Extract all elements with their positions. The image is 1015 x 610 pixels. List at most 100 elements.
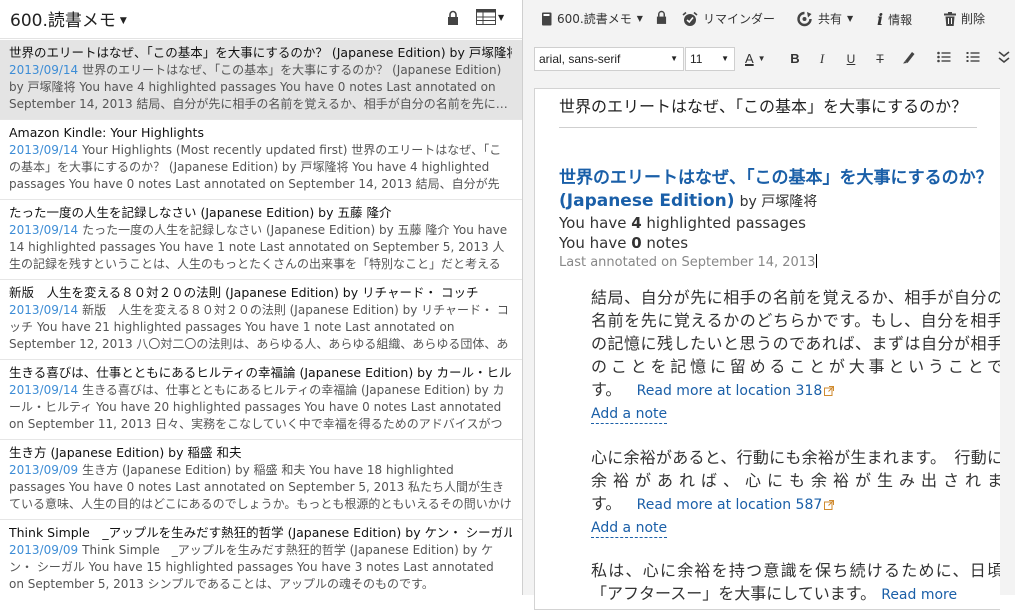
lock-button[interactable] <box>656 10 667 25</box>
note-list-header: 600.読書メモ ▼ ▼ <box>0 0 522 39</box>
stat-suffix: highlighted passages <box>641 214 806 232</box>
more-options-button[interactable] <box>995 50 1013 68</box>
info-icon: i <box>877 10 884 29</box>
note-list: 世界のエリートはなぜ、「この基本」を大事にするのか？ (Japanese Edi… <box>0 40 522 595</box>
book-header: 世界のエリートはなぜ、「この基本」を大事にするのか？ (Japanese Edi… <box>559 167 999 273</box>
note-list-item[interactable]: 世界のエリートはなぜ、「この基本」を大事にするのか？ (Japanese Edi… <box>0 40 522 120</box>
note-date: 2013/09/14 <box>9 143 79 157</box>
share-button[interactable]: 共有 ▼ <box>796 10 853 27</box>
text-cursor <box>816 254 818 268</box>
bulleted-list-button[interactable] <box>935 50 953 68</box>
note-editor-pane: 600.読書メモ ▼ リマインダー 共有 ▼ i 情報 削除 arial, sans… <box>523 0 1015 610</box>
chevron-down-icon: ▼ <box>847 14 854 23</box>
last-annotated: Last annotated on September 14, 2013 <box>559 253 999 273</box>
font-size-select[interactable]: 11 ▼ <box>685 47 735 71</box>
numbered-list-icon <box>966 52 980 62</box>
note-list-item[interactable]: Amazon Kindle: Your Highlights 2013/09/1… <box>0 120 522 200</box>
share-label: 共有 <box>818 12 843 26</box>
font-family-select[interactable]: arial, sans-serif ▼ <box>534 47 684 71</box>
note-title: 新版 人生を変える８０対２０の法則 (Japanese Edition) by … <box>9 285 479 300</box>
note-title: 世界のエリートはなぜ、「この基本」を大事にするのか？ (Japanese Edi… <box>9 45 512 60</box>
note-title: 生きる喜びは、仕事とともにあるヒルティの幸福論 (Japanese Editio… <box>9 365 512 380</box>
list-view-icon <box>476 9 496 25</box>
note-list-item[interactable]: Think Simple _アップルを生みだす熱狂的哲学 (Japanese E… <box>0 520 522 595</box>
note-title-field[interactable]: 世界のエリートはなぜ、「この基本」を大事にするのか？ <box>559 97 977 128</box>
numbered-list-button[interactable] <box>964 50 982 68</box>
view-options-button[interactable]: ▼ <box>476 9 504 29</box>
chevron-down-icon: ▼ <box>670 54 678 63</box>
editor-scrollbar[interactable] <box>1000 88 1015 595</box>
stat-number: 4 <box>631 214 642 232</box>
highlighter-icon <box>903 52 915 64</box>
bold-button[interactable]: B <box>786 50 804 68</box>
info-button[interactable]: i 情報 <box>877 10 912 29</box>
reminder-label: リマインダー <box>703 12 776 26</box>
note-snippet-text: 新版 人生を変える８０対２０の法則 (Japanese Edition) by … <box>9 303 509 351</box>
note-date: 2013/09/09 <box>9 463 79 477</box>
note-editor[interactable]: 世界のエリートはなぜ、「この基本」を大事にするのか？ 世界のエリートはなぜ、「こ… <box>534 88 1000 610</box>
font-size-value: 11 <box>690 52 703 66</box>
delete-label: 削除 <box>961 12 986 26</box>
note-list-item[interactable]: 生き方 (Japanese Edition) by 稲盛 和夫 2013/09/… <box>0 440 522 520</box>
note-snippet: 2013/09/14 新版 人生を変える８０対２０の法則 (Japanese Ed… <box>9 302 512 354</box>
italic-icon: I <box>819 51 825 66</box>
lock-icon <box>447 10 459 30</box>
stat-suffix: notes <box>641 234 689 252</box>
underline-button[interactable]: U <box>842 50 860 68</box>
note-snippet-text: 生き方 (Japanese Edition) by 稲盛 和夫 You have… <box>9 463 512 511</box>
notebook-move-button[interactable]: 600.読書メモ ▼ <box>541 10 643 27</box>
note-snippet: 2013/09/14 Your Highlights (Most recently… <box>9 142 512 194</box>
double-chevron-down-icon <box>998 51 1010 64</box>
note-list-item[interactable]: 新版 人生を変える８０対２０の法則 (Japanese Edition) by … <box>0 280 522 360</box>
add-note-link[interactable]: Add a note <box>591 520 668 538</box>
italic-button[interactable]: I <box>813 50 831 68</box>
note-snippet-text: Your Highlights (Most recently updated f… <box>9 143 502 191</box>
chevron-down-icon: ▼ <box>721 54 729 63</box>
note-title: 生き方 (Japanese Edition) by 稲盛 和夫 <box>9 445 242 460</box>
note-toolbar: 600.読書メモ ▼ リマインダー 共有 ▼ i 情報 削除 <box>523 0 1015 38</box>
notebook-name: 600.読書メモ <box>10 11 116 31</box>
highlight-text: 結局、自分が先に相手の名前を覚えるか、相手が自分の名前を先に覚えるかのどちらかで… <box>591 286 1000 403</box>
strikethrough-button[interactable]: T <box>871 50 889 68</box>
book-author: by 戸塚隆将 <box>739 194 818 210</box>
note-snippet-text: 世界のエリートはなぜ、「この基本」を大事にするのか？ (Japanese Edi… <box>9 63 508 111</box>
trash-icon <box>944 11 956 26</box>
notebook-selector[interactable]: 600.読書メモ ▼ <box>10 6 127 31</box>
highlight-count: You have 4 highlighted passages <box>559 213 999 233</box>
reminder-button[interactable]: リマインダー <box>682 10 775 27</box>
highlight-text: 心に余裕があると、行動にも余裕が生まれます。 行動に余裕があれば、心にも余裕が生… <box>591 446 1000 517</box>
note-list-pane: 600.読書メモ ▼ ▼ 世界のエリートはなぜ、「この基本」を大事にするのか？ (… <box>0 0 523 595</box>
note-snippet: 2013/09/14 世界のエリートはなぜ、「この基本」を大事にするのか？ (Ja… <box>9 62 512 113</box>
delete-button[interactable]: 削除 <box>944 10 985 27</box>
read-more-label: Read more at location 587 <box>636 497 823 513</box>
note-snippet: 2013/09/14 たった一度の人生を記録しなさい (Japanese Edit… <box>9 222 512 274</box>
bulleted-list-icon <box>937 51 951 63</box>
read-more-link[interactable]: Read more at location 318 <box>637 383 835 399</box>
highlight-button[interactable] <box>900 50 918 68</box>
read-more-link[interactable]: Read more at location 587 <box>637 497 835 513</box>
note-date: 2013/09/14 <box>9 63 79 77</box>
read-more-label: Read more at location 318 <box>636 383 823 399</box>
note-title: Think Simple _アップルを生みだす熱狂的哲学 (Japanese E… <box>9 525 512 540</box>
read-more-link[interactable]: Read more <box>881 587 957 603</box>
chevron-down-icon: ▼ <box>498 13 505 22</box>
format-toolbar: arial, sans-serif ▼ 11 ▼ A ▼ B I U T <box>523 44 1015 76</box>
highlight-passage: 心に余裕があると、行動にも余裕が生まれます。 行動に余裕があれば、心にも余裕が生… <box>591 446 1000 538</box>
note-snippet-text: Think Simple _アップルを生みだす熱狂的哲学 (Japanese E… <box>9 543 494 591</box>
highlight-passage: 結局、自分が先に相手の名前を覚えるか、相手が自分の名前を先に覚えるかのどちらかで… <box>591 286 1000 424</box>
external-link-icon <box>824 500 835 510</box>
note-date: 2013/09/14 <box>9 223 79 237</box>
lock-icon <box>656 10 667 24</box>
stat-number: 0 <box>631 234 642 252</box>
text-color-button[interactable]: A ▼ <box>745 50 775 68</box>
bold-icon: B <box>790 51 800 66</box>
highlight-text: 私は、心に余裕を持つ意識を保ち続けるために、日頃「アフタースー」を大事にしていま… <box>591 559 1000 607</box>
note-date: 2013/09/14 <box>9 383 79 397</box>
share-icon <box>797 11 812 26</box>
stat-prefix: You have <box>559 234 632 252</box>
note-list-item[interactable]: たった一度の人生を記録しなさい (Japanese Edition) by 五藤… <box>0 200 522 280</box>
note-snippet-text: 生きる喜びは、仕事とともにあるヒルティの幸福論 (Japanese Editio… <box>9 383 505 431</box>
highlight-passage: 私は、心に余裕を持つ意識を保ち続けるために、日頃「アフタースー」を大事にしていま… <box>591 559 1000 607</box>
add-note-link[interactable]: Add a note <box>591 406 668 424</box>
note-list-item[interactable]: 生きる喜びは、仕事とともにあるヒルティの幸福論 (Japanese Editio… <box>0 360 522 440</box>
